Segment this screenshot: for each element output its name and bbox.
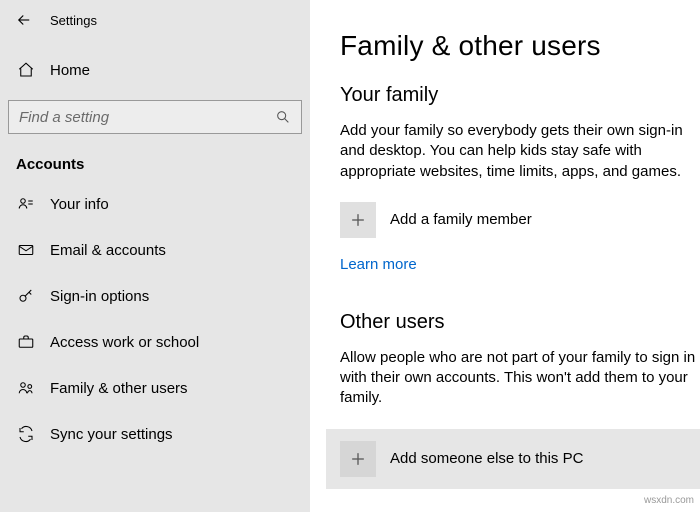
sync-icon xyxy=(16,425,36,443)
nav-label: Sync your settings xyxy=(50,426,173,443)
learn-more-link[interactable]: Learn more xyxy=(340,256,417,273)
your-family-description: Add your family so everybody gets their … xyxy=(340,121,700,182)
other-users-section: Other users Allow people who are not par… xyxy=(340,311,700,489)
settings-window: Settings Home Accounts Your info xyxy=(0,0,700,512)
nav-label: Sign-in options xyxy=(50,288,149,305)
back-button[interactable] xyxy=(8,4,40,36)
nav-item-sync[interactable]: Sync your settings xyxy=(0,411,310,457)
nav-label: Access work or school xyxy=(50,334,199,351)
other-users-heading: Other users xyxy=(340,311,700,334)
nav-item-family[interactable]: Family & other users xyxy=(0,365,310,411)
nav-item-email[interactable]: Email & accounts xyxy=(0,227,310,273)
person-card-icon xyxy=(16,195,36,213)
watermark: wsxdn.com xyxy=(644,495,694,506)
window-title: Settings xyxy=(50,13,97,28)
nav-item-signin[interactable]: Sign-in options xyxy=(0,273,310,319)
titlebar: Settings xyxy=(0,0,310,40)
plus-icon xyxy=(340,441,376,477)
briefcase-icon xyxy=(16,333,36,351)
nav-item-your-info[interactable]: Your info xyxy=(0,181,310,227)
search-box[interactable] xyxy=(8,100,302,134)
your-family-heading: Your family xyxy=(340,84,700,107)
nav-section-label: Accounts xyxy=(0,142,310,181)
home-label: Home xyxy=(50,62,90,79)
content-pane: Family & other users Your family Add you… xyxy=(310,0,700,512)
arrow-left-icon xyxy=(15,11,33,29)
search-container xyxy=(0,92,310,142)
mail-icon xyxy=(16,241,36,259)
home-nav[interactable]: Home xyxy=(0,48,310,92)
nav-label: Email & accounts xyxy=(50,242,166,259)
people-icon xyxy=(16,379,36,397)
nav-list: Your info Email & accounts Sign-in optio… xyxy=(0,181,310,457)
add-other-label: Add someone else to this PC xyxy=(390,450,583,467)
add-family-member-button[interactable]: Add a family member xyxy=(340,202,700,238)
search-input[interactable] xyxy=(9,101,301,133)
add-family-label: Add a family member xyxy=(390,211,532,228)
home-icon xyxy=(16,61,36,79)
sidebar: Settings Home Accounts Your info xyxy=(0,0,310,512)
nav-label: Family & other users xyxy=(50,380,188,397)
other-users-description: Allow people who are not part of your fa… xyxy=(340,348,700,409)
nav-item-work[interactable]: Access work or school xyxy=(0,319,310,365)
nav-label: Your info xyxy=(50,196,109,213)
add-other-user-button[interactable]: Add someone else to this PC xyxy=(326,429,700,489)
page-title: Family & other users xyxy=(340,30,700,62)
search-icon xyxy=(275,109,291,125)
key-icon xyxy=(16,287,36,305)
plus-icon xyxy=(340,202,376,238)
